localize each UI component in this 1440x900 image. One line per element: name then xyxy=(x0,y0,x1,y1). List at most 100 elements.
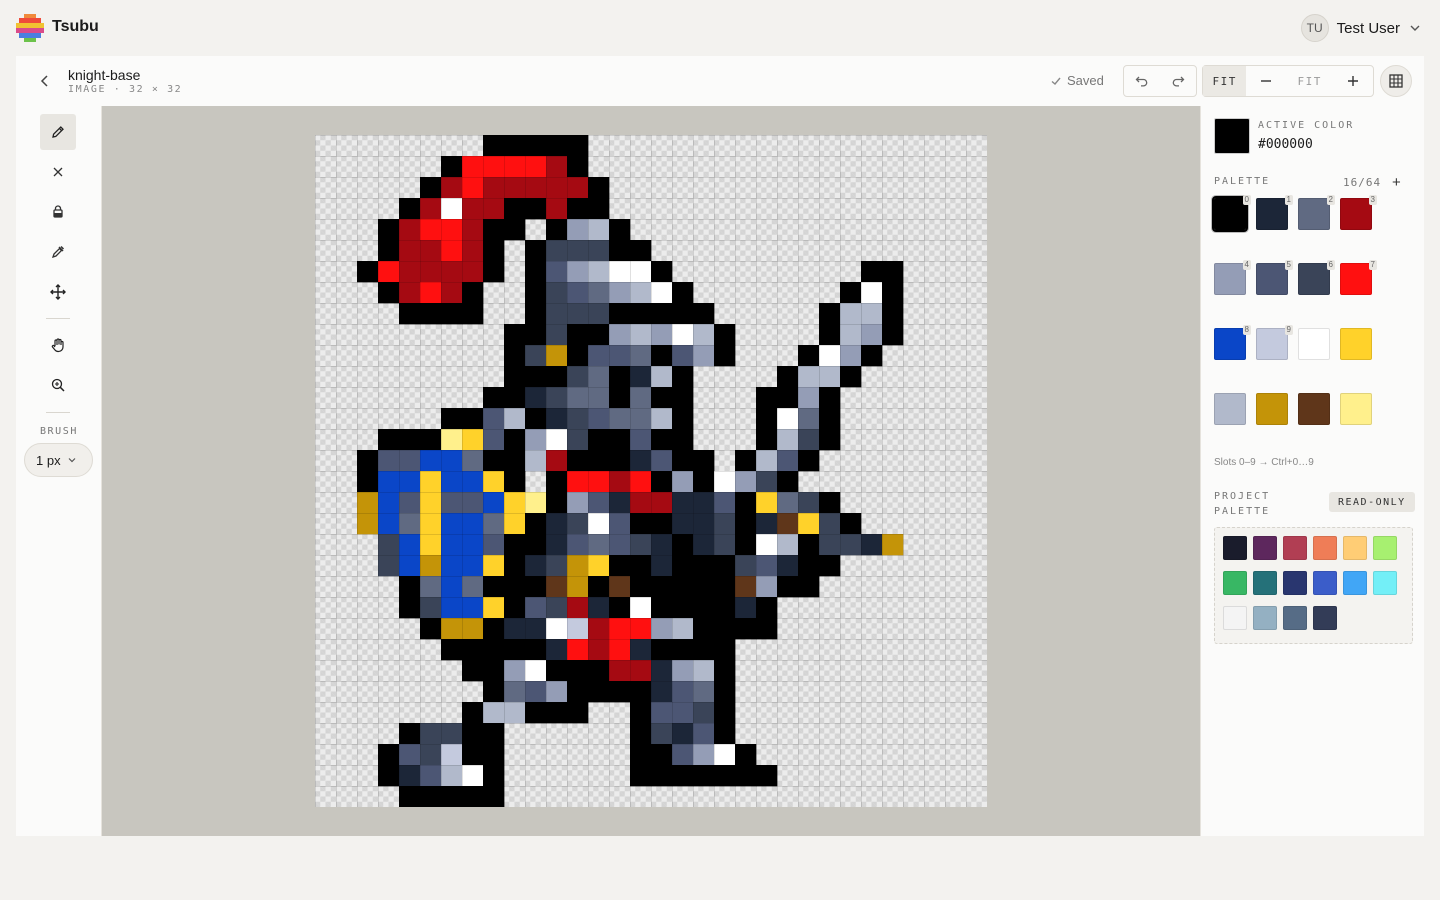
pixel xyxy=(777,576,799,598)
pixel xyxy=(504,135,526,157)
zoom-tool[interactable] xyxy=(40,367,76,403)
palette-swatch[interactable]: 2 xyxy=(1298,195,1335,230)
slot-number: 3 xyxy=(1368,195,1377,205)
pixel xyxy=(777,513,799,535)
pixel xyxy=(567,282,589,304)
pixel xyxy=(567,177,589,199)
palette-swatch[interactable] xyxy=(1298,393,1330,425)
pixel xyxy=(882,324,904,346)
pixel xyxy=(399,555,421,577)
zoom-out-button[interactable] xyxy=(1246,66,1286,96)
slot-number: 4 xyxy=(1242,260,1251,270)
palette-swatch[interactable]: 8 xyxy=(1214,325,1251,360)
pixel xyxy=(525,156,547,178)
move-tool[interactable] xyxy=(40,274,76,310)
pixel xyxy=(504,555,526,577)
back-arrow-icon[interactable] xyxy=(36,72,54,90)
pixel xyxy=(483,744,505,766)
palette-swatch[interactable]: 1 xyxy=(1256,195,1293,230)
pixel xyxy=(546,156,568,178)
pixel xyxy=(819,408,841,430)
palette-swatch[interactable]: 4 xyxy=(1214,260,1251,295)
pixel xyxy=(693,597,715,619)
pixel xyxy=(504,492,526,514)
pixel xyxy=(546,471,568,493)
active-color-swatch[interactable] xyxy=(1214,118,1250,154)
fill-tool[interactable] xyxy=(40,194,76,230)
palette-swatch[interactable] xyxy=(1340,393,1372,425)
redo-button[interactable] xyxy=(1160,66,1196,96)
pixel xyxy=(819,534,841,556)
pixel xyxy=(420,177,442,199)
project-palette-label: PROJECT PALETTE xyxy=(1214,491,1271,517)
pixel xyxy=(420,513,442,535)
pixel xyxy=(714,639,736,661)
pixel xyxy=(861,534,883,556)
tool-divider xyxy=(46,318,70,319)
pixel xyxy=(819,387,841,409)
palette-swatch[interactable]: 5 xyxy=(1256,260,1293,295)
pixel xyxy=(630,324,652,346)
palette-swatch[interactable]: 0 xyxy=(1212,195,1251,232)
pixel xyxy=(357,492,379,514)
pixel xyxy=(693,345,715,367)
pixel xyxy=(651,387,673,409)
eyedropper-tool[interactable] xyxy=(40,234,76,270)
pixel xyxy=(735,513,757,535)
sprite-pixels[interactable] xyxy=(315,135,987,807)
pixel xyxy=(462,492,484,514)
palette-swatch[interactable] xyxy=(1214,393,1246,425)
pixel xyxy=(588,345,610,367)
pixel-canvas[interactable] xyxy=(315,135,987,807)
canvas-viewport[interactable] xyxy=(102,106,1200,836)
eraser-tool[interactable] xyxy=(40,154,76,190)
palette-count: 16/64 xyxy=(1343,176,1382,189)
pixel xyxy=(567,303,589,325)
palette-swatch[interactable] xyxy=(1256,393,1288,425)
pixel xyxy=(483,240,505,262)
palette-swatch[interactable]: 6 xyxy=(1298,260,1335,295)
pixel xyxy=(777,366,799,388)
pixel xyxy=(504,660,526,682)
pixel xyxy=(588,660,610,682)
pixel xyxy=(462,765,484,787)
pixel xyxy=(756,555,778,577)
pixel xyxy=(714,471,736,493)
pixel xyxy=(567,555,589,577)
pixel xyxy=(483,786,505,807)
pixel xyxy=(882,534,904,556)
project-palette-swatch xyxy=(1343,536,1367,560)
pixel xyxy=(525,303,547,325)
pixel xyxy=(672,681,694,703)
pixel xyxy=(651,324,673,346)
add-color-button[interactable]: + xyxy=(1392,174,1401,191)
pixel xyxy=(630,660,652,682)
pixel xyxy=(609,219,631,241)
pixel xyxy=(609,555,631,577)
grid-toggle-button[interactable] xyxy=(1380,65,1412,97)
palette-swatch[interactable]: 9 xyxy=(1256,325,1293,360)
project-palette-grid xyxy=(1214,527,1413,644)
palette-swatch[interactable]: 3 xyxy=(1340,195,1377,230)
zoom-in-button[interactable] xyxy=(1333,66,1373,96)
zoom-fit-button[interactable]: FIT xyxy=(1203,66,1247,96)
pencil-tool[interactable] xyxy=(40,114,76,150)
project-palette-swatch xyxy=(1253,571,1277,595)
pixel xyxy=(441,429,463,451)
pixel xyxy=(630,702,652,724)
palette-swatch[interactable] xyxy=(1340,328,1372,360)
pixel xyxy=(525,534,547,556)
pixel xyxy=(714,681,736,703)
palette-swatch[interactable] xyxy=(1298,328,1330,360)
pixel xyxy=(588,387,610,409)
pixel xyxy=(630,492,652,514)
brush-size-select[interactable]: 1 px xyxy=(24,443,93,477)
undo-button[interactable] xyxy=(1124,66,1160,96)
pixel xyxy=(357,261,379,283)
pixel xyxy=(756,429,778,451)
pan-tool[interactable] xyxy=(40,327,76,363)
pixel xyxy=(798,429,820,451)
pixel xyxy=(504,219,526,241)
user-menu[interactable]: TU Test User xyxy=(1300,14,1422,42)
palette-swatch[interactable]: 7 xyxy=(1340,260,1377,295)
